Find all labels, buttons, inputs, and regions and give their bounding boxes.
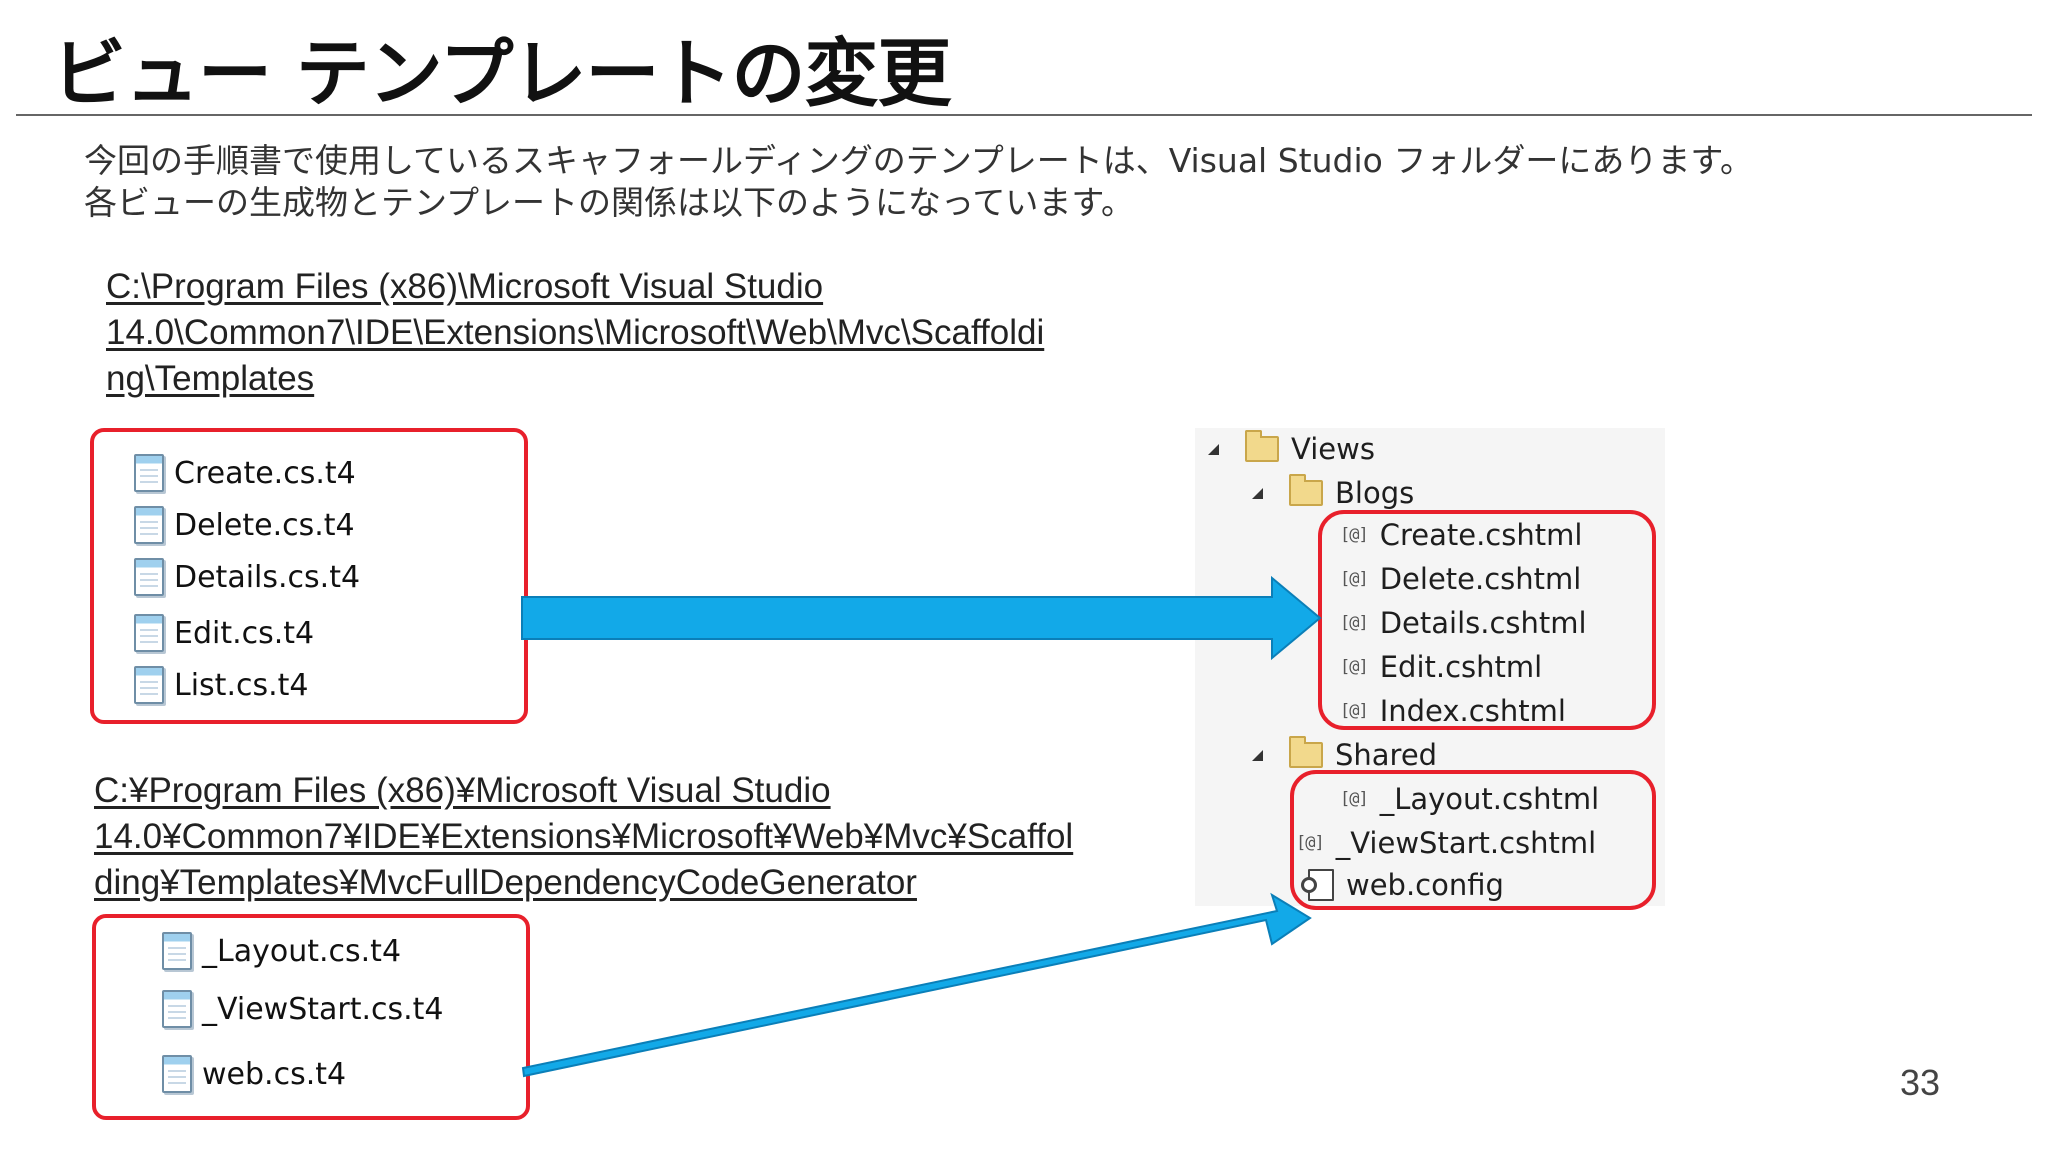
mapping-arrows — [521, 575, 1322, 1078]
arrow-templates-to-shared — [521, 892, 1312, 1078]
page-number: 33 — [1900, 1062, 1941, 1103]
arrow-templates-to-blogs — [521, 575, 1322, 661]
